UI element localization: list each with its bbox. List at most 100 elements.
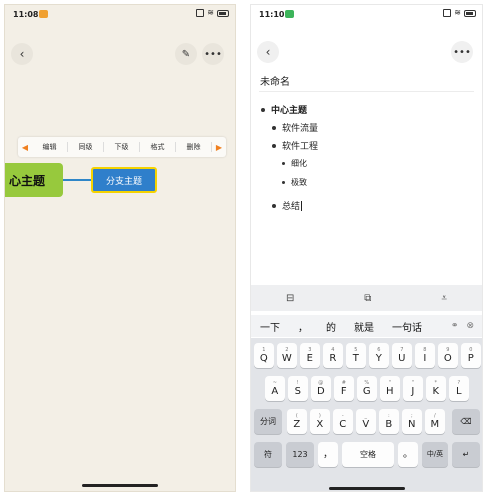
segment-key[interactable]: 分词 xyxy=(254,409,282,434)
keyboard-row-2: ~ A! S @ D # F% G " H " J * K? L xyxy=(251,376,482,402)
key-z[interactable]: (Z xyxy=(287,409,307,434)
enter-key[interactable]: ↵ xyxy=(452,442,480,467)
outline-item-summary[interactable]: 总结 xyxy=(272,199,303,212)
space-key[interactable]: 空格 xyxy=(342,442,394,467)
key-e[interactable]: 3E xyxy=(300,343,320,368)
layout-icon[interactable]: ⊟ xyxy=(286,293,294,304)
key-v[interactable]: _ V xyxy=(356,409,376,434)
key-k[interactable]: * K xyxy=(426,376,446,401)
toolbar-format[interactable]: 格式 xyxy=(140,142,176,152)
node-connector xyxy=(63,179,91,181)
chevron-left-icon[interactable]: ‹ xyxy=(257,41,279,63)
outline-item-label: 极致 xyxy=(291,178,307,187)
toolbar-child[interactable]: 下级 xyxy=(104,142,140,152)
number-key[interactable]: 123 xyxy=(286,442,314,467)
key-g[interactable]: % G xyxy=(357,376,377,401)
home-indicator[interactable] xyxy=(328,487,405,490)
system-icons: ≋ xyxy=(196,9,229,17)
key-j[interactable]: " J xyxy=(403,376,423,401)
key-r[interactable]: 4R xyxy=(323,343,343,368)
key-u[interactable]: 7U xyxy=(392,343,412,368)
node-toolbar: ◀ 编辑 同级 下级 格式 删除 ▶ xyxy=(18,137,226,157)
comma-key[interactable]: ， xyxy=(318,442,338,467)
key-y[interactable]: 6Y xyxy=(369,343,389,368)
toolbar-edit[interactable]: 编辑 xyxy=(32,142,68,152)
status-bar: 11:10 ≋ xyxy=(251,5,482,25)
key-c[interactable]: -C xyxy=(333,409,353,434)
outline-item-center[interactable]: 中心主题 xyxy=(261,103,307,116)
key-p[interactable]: 0P xyxy=(461,343,481,368)
sim-icon xyxy=(443,9,452,17)
ime-toolbar: ⊟ ⧉ ⩡ xyxy=(251,285,482,311)
keyboard-row-1: 1Q2W3E4R5T6Y7U8I9O0P xyxy=(251,343,482,369)
title-divider xyxy=(259,91,474,92)
outline-item-label: 总结 xyxy=(282,202,301,212)
battery-icon xyxy=(464,9,476,17)
key-l[interactable]: ? L xyxy=(449,376,469,401)
toolbar-right-arrow-icon[interactable]: ▶ xyxy=(212,143,226,152)
key-o[interactable]: 9O xyxy=(438,343,458,368)
bullet-icon xyxy=(272,125,276,130)
close-icon[interactable]: ⊗ xyxy=(466,321,474,331)
key-q[interactable]: 1Q xyxy=(254,343,274,368)
bullet-icon xyxy=(282,181,285,184)
outline-item-extreme[interactable]: 极致 xyxy=(282,177,307,188)
central-topic-node[interactable]: 心主题 xyxy=(5,163,63,197)
more-icon[interactable]: ••• xyxy=(451,41,473,63)
sim-icon xyxy=(196,9,205,17)
key-m[interactable]: / M xyxy=(425,409,445,434)
branch-topic-node[interactable]: 分支主题 xyxy=(91,167,157,193)
key-b[interactable]: :B xyxy=(379,409,399,434)
outline-item-label: 中心主题 xyxy=(271,106,308,116)
status-time: 11:08 xyxy=(13,10,39,19)
key-h[interactable]: " H xyxy=(380,376,400,401)
key-n[interactable]: ; N xyxy=(402,409,422,434)
candidate-word[interactable]: ， xyxy=(289,319,317,334)
key-w[interactable]: 2W xyxy=(277,343,297,368)
clipboard-icon[interactable]: ⧉ xyxy=(364,293,371,304)
key-i[interactable]: 8I xyxy=(415,343,435,368)
period-key[interactable]: 。 xyxy=(398,442,418,467)
toolbar-left-arrow-icon[interactable]: ◀ xyxy=(18,143,32,152)
key-x[interactable]: ) X xyxy=(310,409,330,434)
key-t[interactable]: 5T xyxy=(346,343,366,368)
key-d[interactable]: @ D xyxy=(311,376,331,401)
status-time: 11:10 xyxy=(259,10,285,19)
keyboard-row-4: 符 123 ， 空格 。 中/英 ↵ xyxy=(251,442,482,468)
outline-item-label: 细化 xyxy=(291,159,307,168)
outline-item-label: 软件工程 xyxy=(282,142,319,152)
document-title[interactable]: 未命名 xyxy=(260,73,290,88)
battery-icon xyxy=(217,9,229,17)
outline-item-refine[interactable]: 细化 xyxy=(282,158,307,169)
home-indicator[interactable] xyxy=(82,484,158,487)
screen: 11:08 ≋ ‹ ✎ ••• ◀ 编辑 同级 下级 格式 删除 ▶ 心主题 分… xyxy=(0,0,491,500)
notification-icon xyxy=(39,10,48,18)
brush-icon[interactable]: ✎ xyxy=(175,43,197,65)
outline-item-traffic[interactable]: 软件流量 xyxy=(272,121,318,134)
bullet-icon xyxy=(282,162,285,165)
key-a[interactable]: ~ A xyxy=(265,376,285,401)
collapse-icon[interactable]: ⩡ xyxy=(441,293,447,304)
outline-screen: 11:10 ≋ ‹ ••• 未命名 中心主题 软件流量 软件工程 细化 极致 总… xyxy=(250,4,483,492)
bullet-icon xyxy=(272,203,276,208)
outline-item-engineering[interactable]: 软件工程 xyxy=(272,139,318,152)
toolbar-sibling[interactable]: 同级 xyxy=(68,142,104,152)
link-icon[interactable]: ⚭ xyxy=(451,321,459,331)
bullet-icon xyxy=(272,143,276,148)
candidate-word[interactable]: 就是 xyxy=(345,319,383,334)
language-switch-key[interactable]: 中/英 xyxy=(422,442,448,467)
toolbar-delete[interactable]: 删除 xyxy=(176,142,212,152)
bullet-icon xyxy=(261,107,265,112)
candidate-bar: 一下 ， 的 就是 一句话 ⚭ ⊗ xyxy=(251,315,482,337)
backspace-key[interactable]: ⌫ xyxy=(452,409,480,434)
key-s[interactable]: ! S xyxy=(288,376,308,401)
symbol-key[interactable]: 符 xyxy=(254,442,282,467)
candidate-word[interactable]: 一下 xyxy=(251,319,289,334)
more-icon[interactable]: ••• xyxy=(202,43,224,65)
status-bar: 11:08 ≋ xyxy=(5,5,235,25)
candidate-word[interactable]: 一句话 xyxy=(383,319,431,334)
candidate-word[interactable]: 的 xyxy=(317,319,345,334)
key-f[interactable]: # F xyxy=(334,376,354,401)
keyboard-row-3: 分词 ⌫ (Z) X - C _ V: B; N / M xyxy=(251,409,482,435)
chevron-left-icon[interactable]: ‹ xyxy=(11,43,33,65)
